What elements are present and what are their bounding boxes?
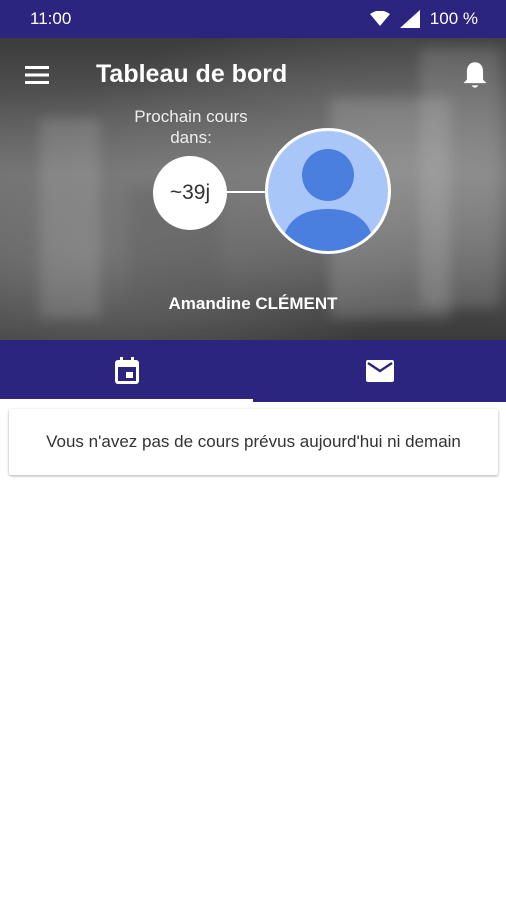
user-name: Amandine CLÉMENT [168, 294, 338, 313]
tab-calendar[interactable] [0, 340, 253, 402]
wifi-icon [369, 11, 390, 26]
profile-header: Tableau de bord Prochain cours dans: ~39… [0, 38, 506, 340]
calendar-icon [114, 357, 139, 384]
next-course-label: Prochain cours dans: [134, 107, 248, 147]
status-time: 11:00 [30, 9, 72, 28]
person-placeholder-icon [282, 149, 374, 251]
menu-icon[interactable] [24, 63, 52, 87]
bell-icon[interactable] [461, 60, 489, 90]
status-icons: 100 % [369, 9, 478, 29]
background-blur [40, 118, 100, 318]
status-bar: 11:00 100 % [0, 0, 506, 38]
avatar[interactable] [265, 128, 391, 254]
empty-schedule-card: Vous n'avez pas de cours prévus aujourd'… [9, 409, 498, 475]
next-course-countdown: ~39j [153, 156, 227, 230]
page-title: Tableau de bord [96, 60, 288, 88]
mail-icon [365, 360, 394, 382]
signal-icon [399, 10, 420, 28]
tab-messages[interactable] [253, 340, 506, 402]
tab-bar [0, 340, 506, 402]
empty-schedule-message: Vous n'avez pas de cours prévus aujourd'… [46, 432, 461, 451]
countdown-value: ~39j [169, 181, 211, 204]
battery-level: 100 % [429, 9, 478, 28]
connector-line [227, 191, 267, 193]
